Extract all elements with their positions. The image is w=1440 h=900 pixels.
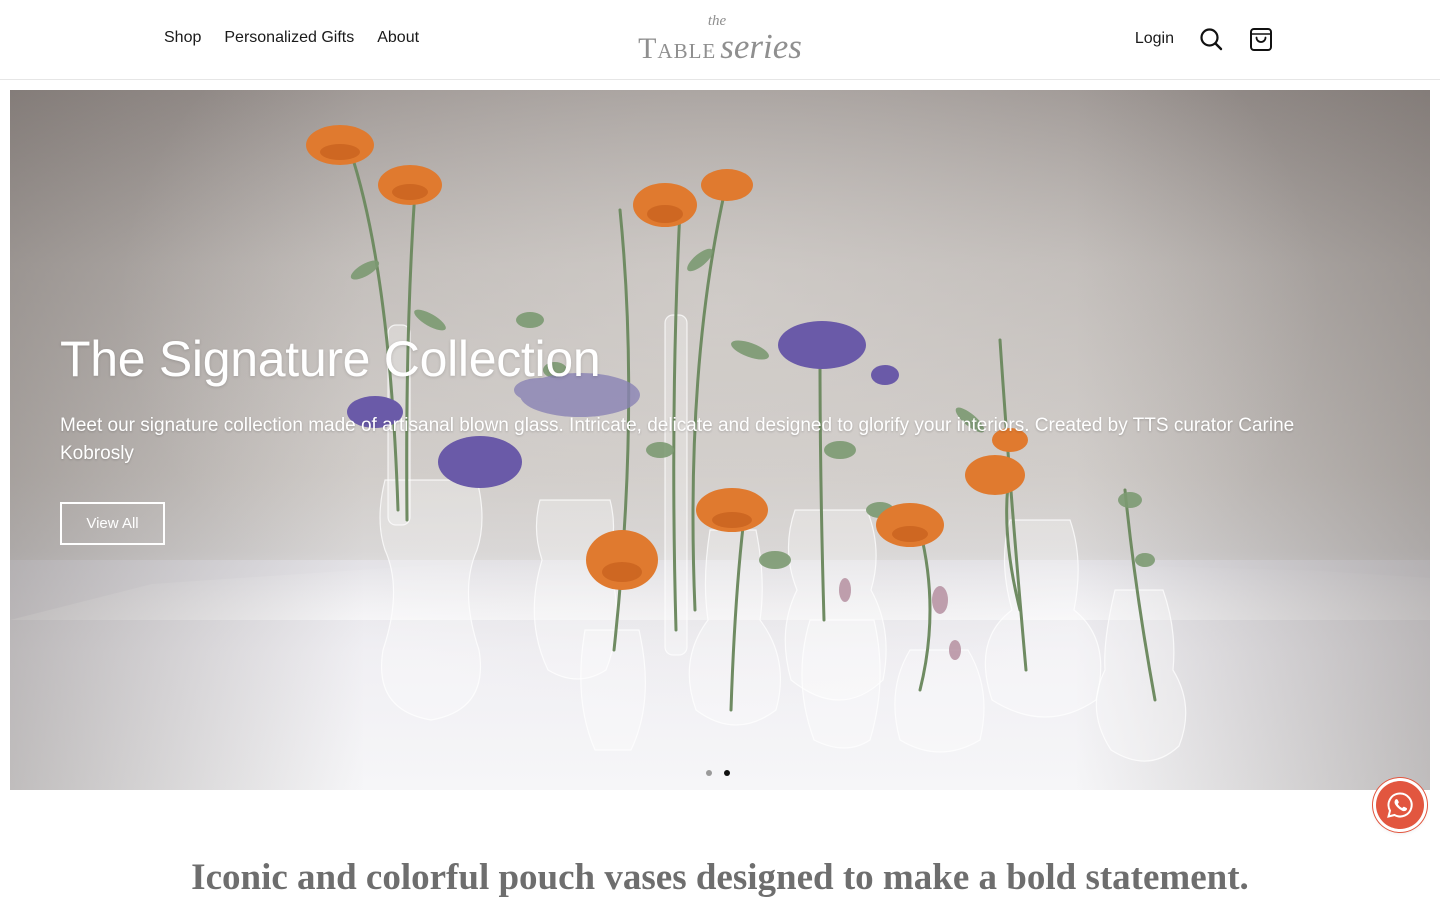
logo-series: series: [720, 27, 802, 66]
cart-bag-icon[interactable]: [1248, 26, 1274, 52]
site-header: Shop Personalized Gifts About the Table …: [0, 0, 1440, 80]
hero-text-block: The Signature Collection Meet our signat…: [60, 330, 1340, 468]
nav-personalized-gifts[interactable]: Personalized Gifts: [224, 29, 354, 47]
slider-dot-1[interactable]: [706, 770, 712, 776]
slider-pagination: [706, 770, 730, 776]
hero-title: The Signature Collection: [60, 331, 601, 387]
whatsapp-icon[interactable]: [1376, 781, 1424, 829]
view-all-button[interactable]: View All: [60, 502, 165, 545]
header-utilities: Login: [1135, 26, 1274, 52]
nav-about[interactable]: About: [377, 29, 419, 47]
logo-table: Table: [638, 32, 717, 65]
hero-subtitle: Meet our signature collection made of ar…: [60, 415, 1295, 464]
search-icon[interactable]: [1198, 26, 1224, 52]
login-link[interactable]: Login: [1135, 30, 1174, 48]
slider-dot-2-active[interactable]: [724, 770, 730, 776]
section-tagline: Iconic and colorful pouch vases designed…: [191, 857, 1249, 898]
hero-banner: The Signature Collection Meet our signat…: [10, 90, 1430, 790]
site-logo[interactable]: the Table series: [620, 14, 820, 66]
main-nav: Shop Personalized Gifts About: [164, 29, 419, 47]
nav-shop[interactable]: Shop: [164, 29, 201, 47]
